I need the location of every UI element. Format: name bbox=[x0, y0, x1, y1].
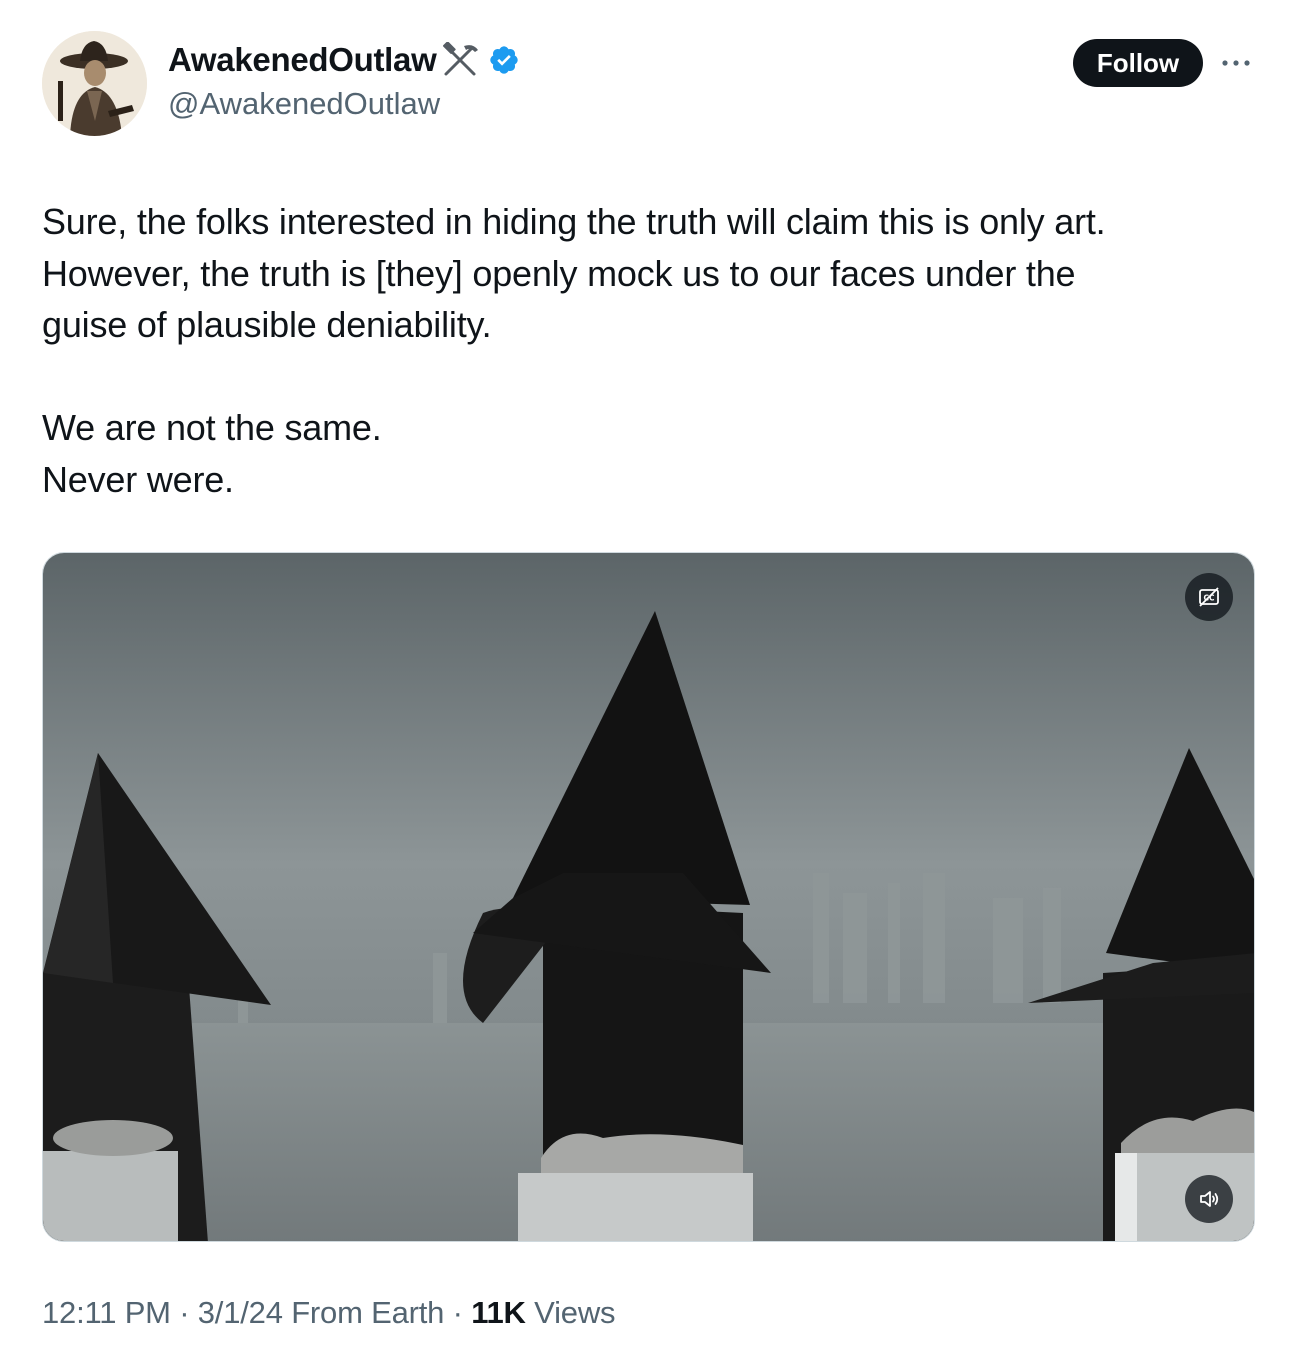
views-label: Views bbox=[534, 1295, 616, 1330]
cowboy-avatar-image bbox=[42, 31, 147, 136]
display-name-text: AwakenedOutlaw bbox=[168, 41, 437, 78]
tweet-meta: 12:11 PM · 3/1/24 From Earth · 11K Views bbox=[42, 1295, 616, 1331]
more-icon[interactable] bbox=[1218, 48, 1254, 78]
separator: · bbox=[452, 1295, 463, 1330]
verified-badge-icon bbox=[488, 44, 520, 76]
hammer-and-pick-icon bbox=[440, 42, 480, 78]
author-handle[interactable]: @AwakenedOutlaw bbox=[168, 86, 440, 122]
tweet-line-break bbox=[42, 351, 1257, 403]
captions-off-icon[interactable]: CC bbox=[1185, 573, 1233, 621]
tweet-source: From Earth bbox=[291, 1295, 445, 1330]
volume-icon[interactable] bbox=[1185, 1175, 1233, 1223]
follow-button[interactable]: Follow bbox=[1073, 39, 1203, 87]
video-player[interactable]: CC bbox=[42, 552, 1255, 1242]
tweet-time[interactable]: 12:11 PM bbox=[42, 1295, 171, 1330]
video-frame bbox=[43, 553, 1254, 1241]
tweet-text: Sure, the folks interested in hiding the… bbox=[42, 196, 1257, 505]
tweet-line: We are not the same. bbox=[42, 407, 382, 448]
author-avatar[interactable] bbox=[42, 31, 147, 136]
views-count: 11K bbox=[471, 1295, 526, 1330]
tweet-line: Never were. bbox=[42, 458, 234, 500]
tweet-date[interactable]: 3/1/24 bbox=[198, 1295, 283, 1330]
separator: · bbox=[179, 1295, 190, 1330]
tweet-line: However, the truth is [they] openly mock… bbox=[42, 252, 1076, 294]
author-display-name[interactable]: AwakenedOutlaw bbox=[168, 41, 520, 79]
tweet-line: Sure, the folks interested in hiding the… bbox=[42, 201, 1106, 242]
tweet-line: guise of plausible deniability. bbox=[42, 304, 492, 345]
